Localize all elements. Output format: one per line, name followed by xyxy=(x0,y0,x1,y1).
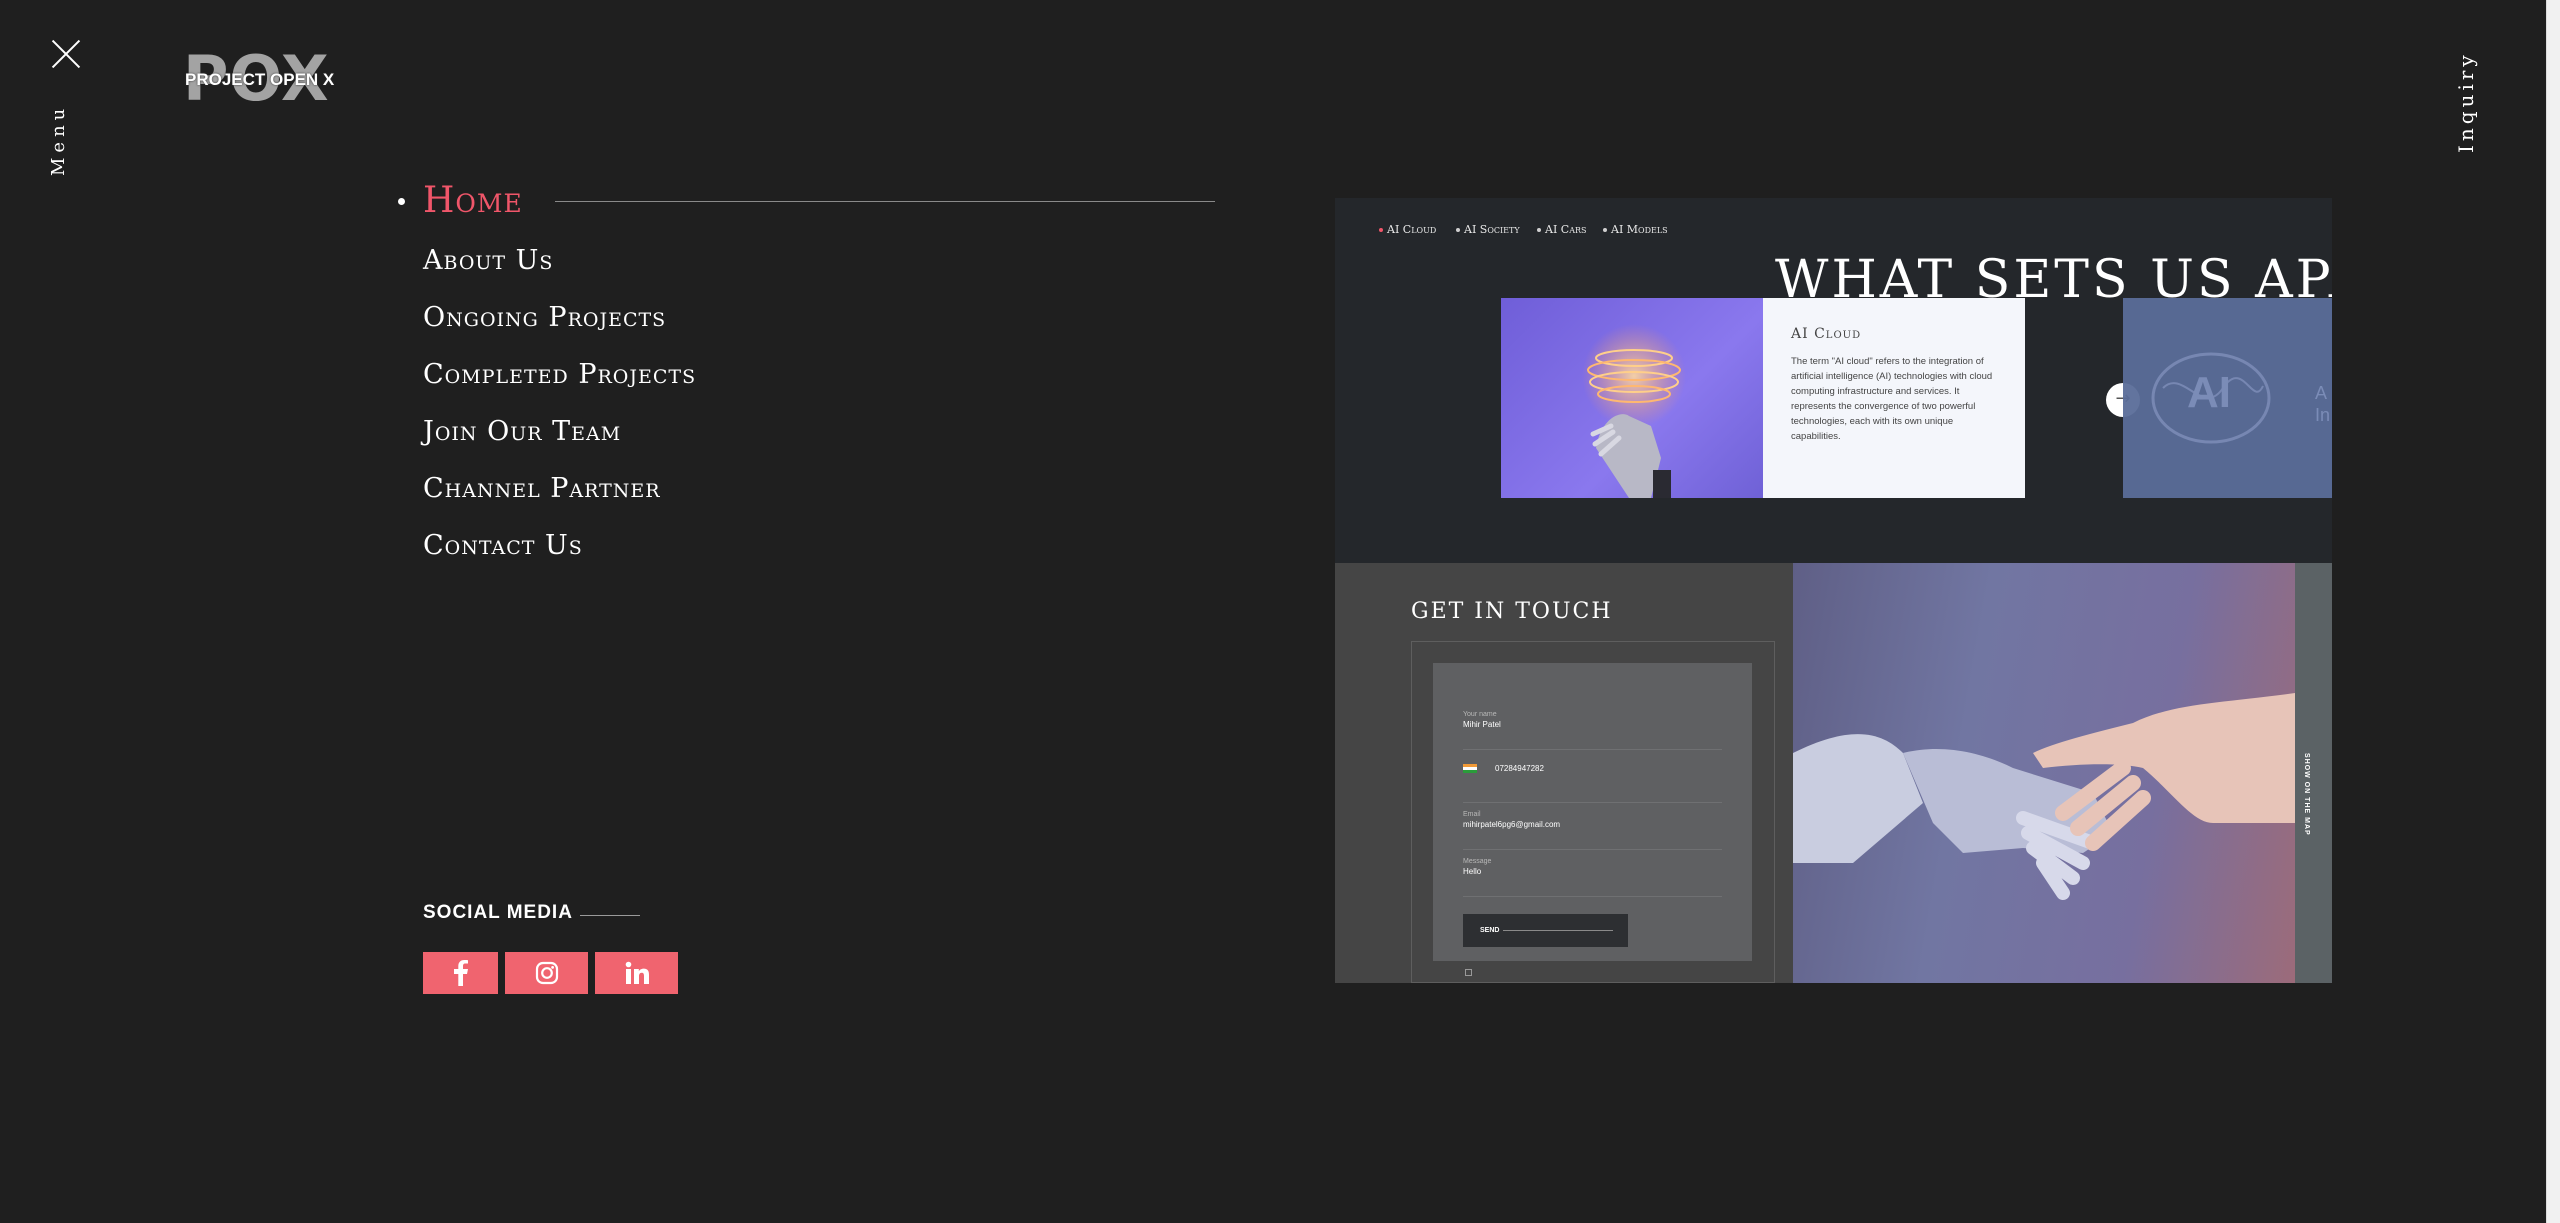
name-value: Mihir Patel xyxy=(1463,720,1501,729)
nav-item-completed-projects[interactable]: Completed Projects xyxy=(395,346,1215,403)
phone-value: 07284947282 xyxy=(1495,764,1544,773)
email-value: mihirpatel6pg6@gmail.com xyxy=(1463,820,1561,829)
nav-item-home[interactable]: Home xyxy=(395,170,1215,232)
next-card-preview: AI A In xyxy=(2123,298,2332,498)
nav-item-join-our-team[interactable]: Join Our Team xyxy=(395,403,1215,460)
nav-item-label: About Us xyxy=(423,245,554,276)
nav-item-channel-partner[interactable]: Channel Partner xyxy=(395,460,1215,517)
what-sets-us-apart-section: AI Cloud AI Society AI Cars AI Models AI… xyxy=(1335,198,2332,563)
email-label: Email xyxy=(1463,811,1481,818)
tab-ai-cloud[interactable]: AI Cloud xyxy=(1378,223,1436,236)
ai-cloud-card: AI Cloud The term "AI cloud" refers to t… xyxy=(1763,298,2025,498)
tab-ai-cars[interactable]: AI Cars xyxy=(1536,223,1586,236)
social-media-title: SOCIAL MEDIA xyxy=(423,902,573,923)
facebook-icon xyxy=(453,960,468,986)
menu-label: Menu xyxy=(48,103,69,177)
nav-item-ongoing-projects[interactable]: Ongoing Projects xyxy=(395,289,1215,346)
phone-field[interactable]: 07284947282 xyxy=(1463,764,1722,803)
active-underline xyxy=(555,201,1215,202)
nav-item-about-us[interactable]: About Us xyxy=(395,232,1215,289)
nav-item-contact-us[interactable]: Contact Us xyxy=(395,517,1215,574)
message-value: Hello xyxy=(1463,867,1482,876)
tab-ai-society[interactable]: AI Society xyxy=(1456,223,1520,236)
message-field[interactable]: Message Hello xyxy=(1463,858,1722,897)
instagram-icon xyxy=(535,961,558,985)
logo[interactable]: POX PROJECT OPEN X xyxy=(183,48,335,110)
instagram-button[interactable] xyxy=(505,952,588,994)
robot-hand-brain-illustration xyxy=(1582,324,1686,498)
scrollbar[interactable] xyxy=(2546,0,2560,1223)
nav-item-label: Join Our Team xyxy=(423,416,622,447)
nav-item-label: Completed Projects xyxy=(423,359,697,390)
contact-form: Your name Mihir Patel 07284947282 Email … xyxy=(1433,663,1752,976)
linkedin-icon xyxy=(625,961,649,984)
nav-item-label: Channel Partner xyxy=(423,473,661,504)
send-button[interactable]: SEND xyxy=(1463,914,1628,947)
social-divider xyxy=(580,915,640,916)
nav-item-label: Home xyxy=(423,180,523,221)
india-flag-icon[interactable] xyxy=(1463,764,1477,773)
nav-item-label: Contact Us xyxy=(423,530,583,561)
get-in-touch-section: GET IN TOUCH Your name Mihir Patel 07284… xyxy=(1335,563,2332,983)
linkedin-button[interactable] xyxy=(595,952,678,994)
robot-human-handshake-illustration xyxy=(1793,693,2295,900)
menu-overlay: Menu POX PROJECT OPEN X Home About Us On… xyxy=(0,0,2560,1223)
send-line xyxy=(1503,930,1613,931)
card-title: AI Cloud xyxy=(1791,326,1862,342)
ghost-card-mark: AI xyxy=(2187,368,2231,417)
close-menu-icon[interactable] xyxy=(50,38,82,70)
map-label: SHOW ON THE MAP xyxy=(2303,753,2310,836)
handshake-image xyxy=(1793,563,2295,983)
consent-checkbox[interactable] xyxy=(1465,969,1472,976)
card-description: The term "AI cloud" refers to the integr… xyxy=(1791,356,1993,442)
name-label: Your name xyxy=(1463,711,1497,718)
ghost-card-text: A In xyxy=(2315,383,2331,425)
name-field[interactable]: Your name Mihir Patel xyxy=(1463,711,1722,750)
main-navigation: Home About Us Ongoing Projects Completed… xyxy=(395,170,1215,574)
show-on-map-button[interactable]: SHOW ON THE MAP xyxy=(2295,563,2332,983)
nav-item-label: Ongoing Projects xyxy=(423,302,667,333)
logo-text: PROJECT OPEN X xyxy=(185,70,335,89)
send-label: SEND xyxy=(1480,927,1500,934)
contact-title: GET IN TOUCH xyxy=(1411,599,1613,624)
page-preview[interactable]: AI Cloud AI Society AI Cars AI Models AI… xyxy=(1335,198,2332,983)
message-label: Message xyxy=(1463,858,1492,865)
email-field[interactable]: Email mihirpatel6pg6@gmail.com xyxy=(1463,811,1722,850)
active-dot-icon xyxy=(398,198,405,205)
inquiry-button[interactable]: Inquiry xyxy=(2454,40,2488,165)
facebook-button[interactable] xyxy=(423,952,498,994)
tab-ai-models[interactable]: AI Models xyxy=(1603,223,1668,236)
ai-cloud-image xyxy=(1501,298,1763,498)
